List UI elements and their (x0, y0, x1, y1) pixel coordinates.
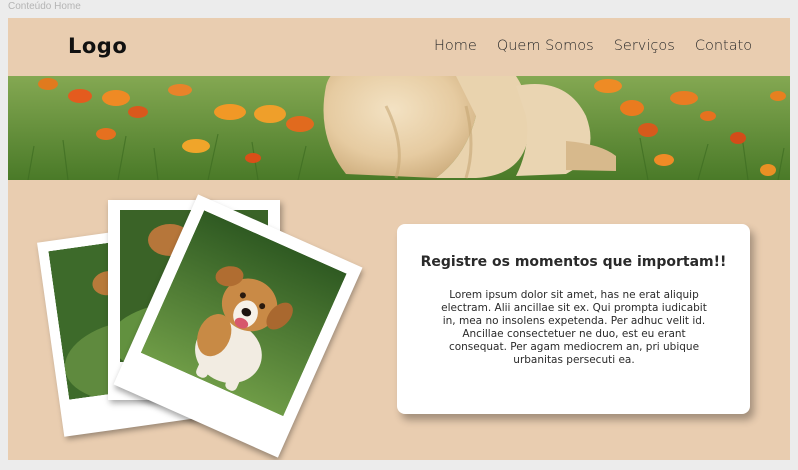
main-nav: Home Quem Somos Serviços Contato (434, 38, 772, 54)
banner-puppy-image (323, 76, 616, 179)
header: Logo Home Quem Somos Serviços Contato (8, 18, 790, 76)
nav-item-contato[interactable]: Contato (695, 38, 752, 54)
polaroid-stack (37, 188, 378, 458)
home-page: Logo Home Quem Somos Serviços Contato Re… (8, 18, 790, 460)
nav-item-servicos[interactable]: Serviços (614, 38, 675, 54)
frame-label: Conteúdo Home (8, 1, 81, 12)
content-card: Registre os momentos que importam!! Lore… (397, 224, 750, 414)
card-title: Registre os momentos que importam!! (420, 254, 727, 270)
banner-image (8, 76, 790, 180)
nav-item-quem-somos[interactable]: Quem Somos (497, 38, 594, 54)
logo[interactable]: Logo (68, 34, 127, 58)
card-body: Lorem ipsum dolor sit amet, has ne erat … (441, 289, 707, 366)
nav-item-home[interactable]: Home (434, 38, 477, 54)
